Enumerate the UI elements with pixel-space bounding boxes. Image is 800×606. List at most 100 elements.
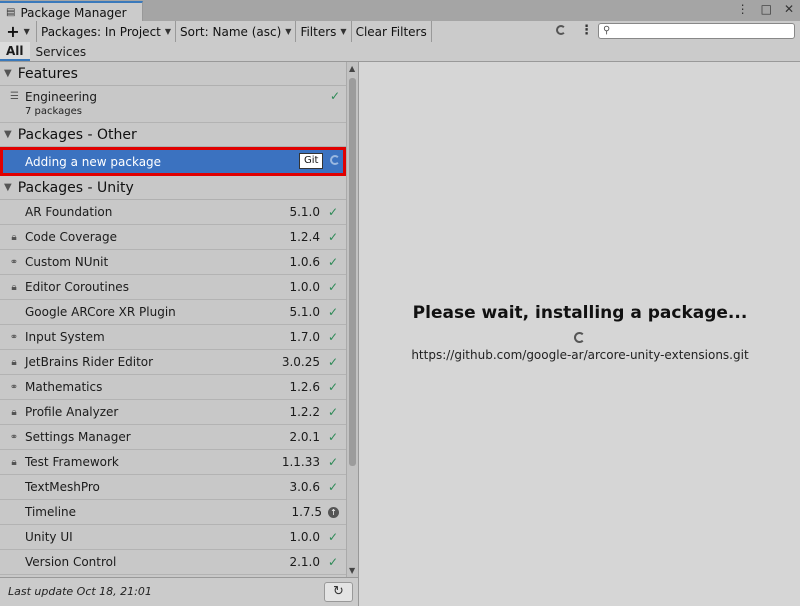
sort-dropdown[interactable]: Sort: Name (asc) ▼ — [176, 21, 297, 42]
list-item[interactable]: Timeline 1.7.5 ↑ — [0, 500, 346, 525]
package-manager-icon: ▤ — [6, 7, 16, 18]
list-item[interactable]: ⚭ Settings Manager 2.0.1 ✓ — [0, 425, 346, 450]
list-item[interactable]: AR Foundation 5.1.0 ✓ — [0, 200, 346, 225]
package-version: 1.2.6 — [289, 380, 320, 394]
check-icon: ✓ — [327, 205, 339, 219]
footer-bar: Last update Oct 18, 21:01 ↻ — [0, 577, 358, 606]
feature-count: 7 packages — [25, 106, 82, 117]
list-item-adding-new-package[interactable]: Adding a new package Git — [0, 147, 346, 176]
package-name: Code Coverage — [25, 230, 118, 244]
package-version: 1.7.0 — [289, 330, 320, 344]
package-name: Version Control — [25, 555, 117, 569]
list-item[interactable]: TextMeshPro 3.0.6 ✓ — [0, 475, 346, 500]
package-name: Settings Manager — [25, 430, 131, 444]
filters-dropdown[interactable]: Filters ▼ — [296, 21, 352, 42]
clear-filters-button[interactable]: Clear Filters — [352, 21, 432, 42]
check-icon: ✓ — [327, 280, 339, 294]
list-scrollbar[interactable]: ▲ ▼ — [346, 62, 358, 577]
triangle-down-icon: ▼ — [4, 129, 12, 140]
feature-stack-icon: ☰ — [10, 91, 19, 102]
check-icon: ✓ — [327, 255, 339, 269]
group-packages-unity[interactable]: ▼ Packages - Unity — [0, 176, 346, 200]
chevron-down-icon: ▼ — [164, 27, 172, 36]
package-name: TextMeshPro — [25, 480, 100, 494]
package-url: https://github.com/google-ar/arcore-unit… — [411, 348, 749, 362]
loading-spinner-icon — [556, 25, 566, 35]
scrollbar-thumb[interactable] — [349, 78, 356, 466]
package-name: Google ARCore XR Plugin — [25, 305, 176, 319]
group-label: Features — [17, 65, 78, 82]
search-input[interactable]: ⚲ — [598, 23, 795, 39]
loading-spinner-icon — [574, 332, 585, 343]
last-update-text: Last update Oct 18, 21:01 — [8, 585, 152, 598]
window-controls: ⋮ □ ✕ — [737, 2, 794, 16]
check-icon: ✓ — [327, 455, 339, 469]
package-name: Timeline — [25, 505, 77, 519]
package-version: 1.0.0 — [289, 530, 320, 544]
package-name: Custom NUnit — [25, 255, 109, 269]
packages-dropdown[interactable]: Packages: In Project ▼ — [37, 21, 177, 42]
package-version: 5.1.0 — [289, 205, 320, 219]
window-tab[interactable]: ▤ Package Manager — [0, 1, 143, 22]
list-item[interactable]: ⚭ Custom NUnit 1.0.6 ✓ — [0, 250, 346, 275]
group-label: Packages - Other — [17, 126, 137, 143]
package-name: JetBrains Rider Editor — [25, 355, 154, 369]
tab-all[interactable]: All — [0, 42, 30, 61]
tab-services[interactable]: Services — [30, 42, 93, 61]
lock-icon: 🔒︎ — [11, 456, 17, 468]
title-bar: ▤ Package Manager ⋮ □ ✕ — [0, 0, 800, 22]
package-name: Unity UI — [25, 530, 73, 544]
feature-row-engineering[interactable]: ☰ Engineering 7 packages ✓ — [0, 86, 346, 123]
package-version: 1.7.5 — [291, 505, 322, 519]
link-icon: ⚭ — [9, 331, 19, 343]
lock-icon: 🔒︎ — [11, 356, 17, 368]
refresh-button[interactable]: ↻ — [324, 582, 353, 602]
loading-spinner-icon — [330, 155, 340, 165]
package-version: 2.1.0 — [289, 555, 320, 569]
plus-icon: + — [6, 22, 20, 41]
chevron-down-icon: ▼ — [285, 27, 292, 36]
package-version: 1.2.4 — [289, 230, 320, 244]
maximize-icon[interactable]: □ — [761, 2, 772, 16]
list-item[interactable]: Google ARCore XR Plugin 5.1.0 ✓ — [0, 300, 346, 325]
package-name: Mathematics — [25, 380, 103, 394]
group-packages-other[interactable]: ▼ Packages - Other — [0, 123, 346, 147]
check-icon: ✓ — [327, 305, 339, 319]
list-item[interactable]: ⚭ Input System 1.7.0 ✓ — [0, 325, 346, 350]
link-icon: ⚭ — [9, 256, 19, 268]
check-icon: ✓ — [329, 89, 340, 103]
list-item[interactable]: ⚭ Mathematics 1.2.6 ✓ — [0, 375, 346, 400]
unity-package-list: AR Foundation 5.1.0 ✓ 🔒︎ Code Coverage 1.2.4 ✓… — [0, 200, 346, 575]
triangle-down-icon: ▼ — [4, 182, 12, 193]
scroll-up-icon[interactable]: ▲ — [349, 64, 355, 73]
package-version: 1.0.6 — [289, 255, 320, 269]
list-item[interactable]: Unity UI 1.0.0 ✓ — [0, 525, 346, 550]
search-icon: ⚲ — [603, 25, 611, 36]
filters-dropdown-label: Filters — [300, 24, 337, 39]
list-item[interactable]: 🔒︎ JetBrains Rider Editor 3.0.25 ✓ — [0, 350, 346, 375]
check-icon: ✓ — [327, 430, 339, 444]
close-icon[interactable]: ✕ — [784, 2, 794, 16]
add-package-button[interactable]: + ▼ — [0, 21, 37, 42]
group-features[interactable]: ▼ Features — [0, 62, 346, 86]
package-version: 1.1.33 — [281, 455, 320, 469]
packages-dropdown-label: Packages: In Project — [41, 24, 161, 39]
list-item[interactable]: 🔒︎ Test Framework 1.1.33 ✓ — [0, 450, 346, 475]
list-item[interactable]: 🔒︎ Code Coverage 1.2.4 ✓ — [0, 225, 346, 250]
list-item[interactable]: 🔒︎ Editor Coroutines 1.0.0 ✓ — [0, 275, 346, 300]
detail-pane: Please wait, installing a package... htt… — [358, 62, 800, 606]
window-menu-icon[interactable]: ⋮ — [737, 2, 749, 16]
check-icon: ✓ — [327, 380, 339, 394]
scroll-down-icon[interactable]: ▼ — [349, 566, 355, 575]
package-version: 2.0.1 — [289, 430, 320, 444]
check-icon: ✓ — [327, 230, 339, 244]
list-item[interactable]: 🔒︎ Profile Analyzer 1.2.2 ✓ — [0, 400, 346, 425]
link-icon: ⚭ — [9, 431, 19, 443]
package-version: 1.0.0 — [289, 280, 320, 294]
check-icon: ✓ — [327, 330, 339, 344]
package-list: ▼ Features ☰ Engineering 7 packages ✓ ▼ … — [0, 62, 346, 577]
list-item[interactable]: Version Control 2.1.0 ✓ — [0, 550, 346, 575]
more-options-icon[interactable]: ⋮ — [580, 23, 593, 38]
link-icon: ⚭ — [9, 381, 19, 393]
install-status-title: Please wait, installing a package... — [412, 303, 748, 323]
